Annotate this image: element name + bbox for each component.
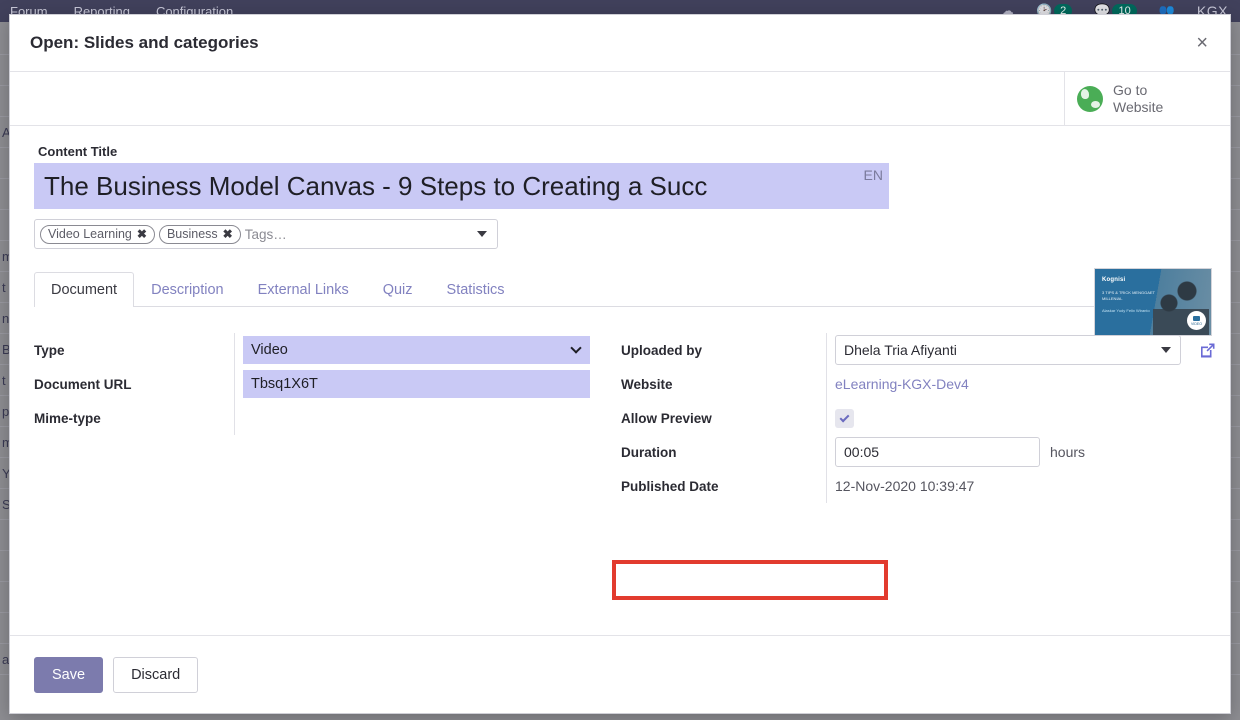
thumbnail-badge-label: VIDEO xyxy=(1191,321,1202,326)
published-date-value: 12-Nov-2020 10:39:47 xyxy=(835,478,975,494)
uploaded-by-select[interactable]: Dhela Tria Afiyanti xyxy=(835,335,1181,365)
chevron-down-icon xyxy=(570,342,582,354)
field-row-website: Website eLearning-KGX-Dev4 xyxy=(621,367,1206,401)
uploaded-by-label: Uploaded by xyxy=(621,342,703,358)
document-url-label: Document URL xyxy=(34,376,132,392)
dialog-footer: Save Discard xyxy=(10,635,1230,713)
check-icon xyxy=(839,412,850,422)
go-to-website-button[interactable]: Go to Website xyxy=(1064,72,1230,125)
mime-type-label: Mime-type xyxy=(34,410,101,426)
thumbnail-video-badge: VIDEO xyxy=(1187,311,1206,330)
tab-statistics[interactable]: Statistics xyxy=(430,272,522,307)
thumbnail-brand: Kognisi xyxy=(1102,277,1126,283)
type-label: Type xyxy=(34,342,65,358)
discard-button[interactable]: Discard xyxy=(113,656,199,693)
website-field-cell: eLearning-KGX-Dev4 xyxy=(826,367,1206,401)
form-column-left: Type Video Document URL Tbsq1X6T Mime-ty… xyxy=(34,333,603,503)
save-button[interactable]: Save xyxy=(34,656,104,693)
tag-remove-icon[interactable]: ✖ xyxy=(223,227,233,241)
field-row-allow-preview: Allow Preview xyxy=(621,401,1206,435)
field-row-uploaded-by: Uploaded by Dhela Tria Afiyanti xyxy=(621,333,1214,367)
field-row-mime-type: Mime-type xyxy=(34,401,603,435)
field-row-document-url: Document URL Tbsq1X6T xyxy=(34,367,603,401)
content-title-label: Content Title xyxy=(38,144,118,159)
duration-unit-label: hours xyxy=(1050,444,1086,460)
form-column-right: Uploaded by Dhela Tria Afiyanti Website … xyxy=(621,333,1214,503)
tab-description[interactable]: Description xyxy=(134,272,241,307)
uploaded-by-field-cell: Dhela Tria Afiyanti xyxy=(826,333,1217,367)
chevron-down-icon[interactable] xyxy=(477,231,487,237)
slide-thumbnail: Kognisi 3 TIPS & TRICK MENGGAET MILLENIA… xyxy=(1094,268,1212,336)
duration-field-cell: 00:05 hours xyxy=(826,435,1206,469)
globe-icon xyxy=(1077,85,1103,112)
content-title-wrapper: The Business Model Canvas - 9 Steps to C… xyxy=(34,163,889,209)
uploaded-by-value: Dhela Tria Afiyanti xyxy=(844,342,957,358)
tag-remove-icon[interactable]: ✖ xyxy=(137,227,147,241)
dialog-title: Open: Slides and categories xyxy=(30,33,259,52)
tag-chip[interactable]: Business ✖ xyxy=(158,224,241,244)
field-row-type: Type Video xyxy=(34,333,603,367)
type-select[interactable]: Video xyxy=(243,336,590,364)
allow-preview-checkbox[interactable] xyxy=(835,408,854,428)
field-row-published-date: Published Date 12-Nov-2020 10:39:47 xyxy=(621,469,1206,503)
dialog-header: Open: Slides and categories × xyxy=(10,15,1230,72)
duration-input[interactable]: 00:05 xyxy=(835,437,1040,467)
tag-label: Business xyxy=(166,227,218,241)
go-to-website-label: Go to Website xyxy=(1113,81,1164,115)
content-title-input[interactable]: The Business Model Canvas - 9 Steps to C… xyxy=(34,163,889,209)
website-link[interactable]: eLearning-KGX-Dev4 xyxy=(835,376,969,392)
tab-quiz[interactable]: Quiz xyxy=(366,272,430,307)
video-camera-icon xyxy=(1193,315,1200,321)
field-row-duration: Duration 00:05 hours xyxy=(621,435,1206,469)
website-label: Website xyxy=(621,376,673,392)
tab-document[interactable]: Document xyxy=(34,272,135,307)
chevron-down-icon xyxy=(1161,347,1171,353)
type-value: Video xyxy=(251,342,288,358)
slides-dialog: Open: Slides and categories × Go to Webs… xyxy=(9,14,1231,714)
document-url-field-cell: Tbsq1X6T xyxy=(234,367,603,401)
type-field-cell: Video xyxy=(234,333,603,367)
close-icon[interactable]: × xyxy=(1194,33,1210,53)
tags-input[interactable]: Video Learning ✖ Business ✖ Tags… xyxy=(34,219,498,249)
document-url-input[interactable]: Tbsq1X6T xyxy=(243,370,590,398)
allow-preview-annotation-box xyxy=(612,560,888,600)
tag-label: Video Learning xyxy=(48,227,132,241)
language-badge[interactable]: EN xyxy=(864,167,883,183)
dialog-body: Kognisi 3 TIPS & TRICK MENGGAET MILLENIA… xyxy=(10,126,1230,635)
allow-preview-label: Allow Preview xyxy=(621,410,712,426)
published-date-field-cell: 12-Nov-2020 10:39:47 xyxy=(826,469,1206,503)
thumbnail-names: Alaskar Yudy Felix Wiranto xyxy=(1102,308,1150,313)
duration-label: Duration xyxy=(621,444,677,460)
tab-bar: Document Description External Links Quiz… xyxy=(34,271,1208,307)
external-link-icon[interactable] xyxy=(1197,340,1217,360)
dialog-action-bar: Go to Website xyxy=(10,72,1230,126)
action-bar-spacer xyxy=(10,72,1064,125)
thumbnail-headline: 3 TIPS & TRICK MENGGAET MILLENIAL xyxy=(1102,290,1155,301)
allow-preview-field-cell xyxy=(826,401,1206,435)
tab-external-links[interactable]: External Links xyxy=(241,272,366,307)
tag-chip[interactable]: Video Learning ✖ xyxy=(40,224,155,244)
document-form: Type Video Document URL Tbsq1X6T Mime-ty… xyxy=(34,333,1214,503)
published-date-label: Published Date xyxy=(621,478,719,494)
mime-type-field-cell xyxy=(234,401,603,435)
tags-placeholder: Tags… xyxy=(244,226,287,242)
